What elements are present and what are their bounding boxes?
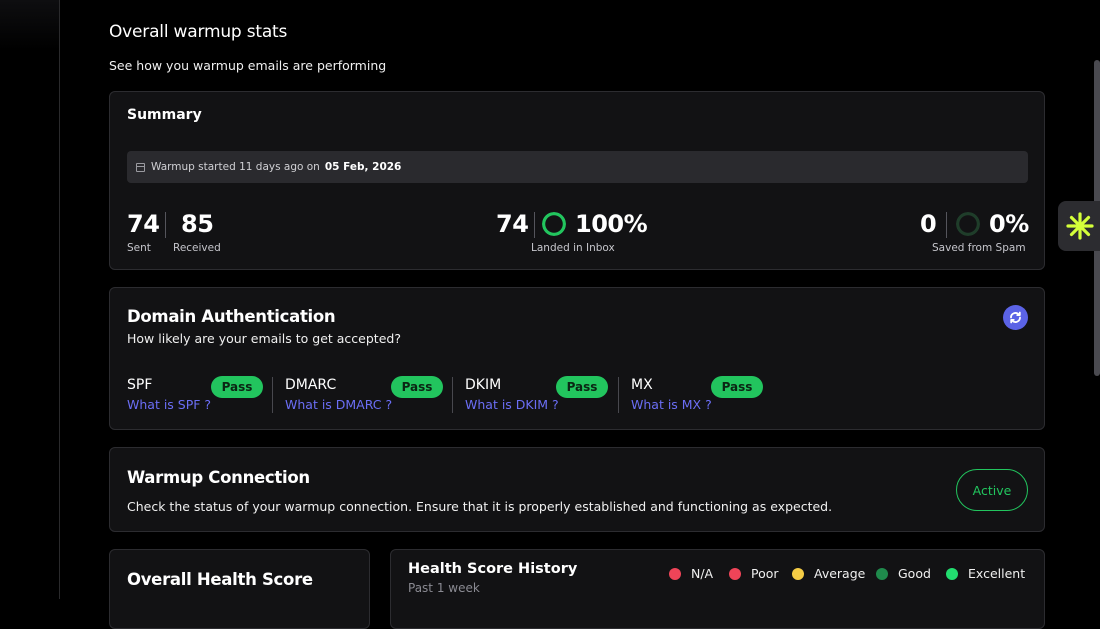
warmup-connection-card: Warmup Connection Check the status of yo… bbox=[109, 447, 1045, 532]
legend-label: Poor bbox=[751, 566, 779, 581]
legend-dot bbox=[669, 567, 681, 580]
health-score-card: Overall Health Score bbox=[109, 549, 370, 629]
spf-status-badge: Pass bbox=[211, 376, 263, 398]
sidebar bbox=[0, 0, 60, 599]
received-value: 85 bbox=[181, 210, 214, 238]
dmarc-status-badge: Pass bbox=[391, 376, 443, 398]
connection-title: Warmup Connection bbox=[127, 468, 310, 487]
inbox-label: Landed in Inbox bbox=[531, 242, 615, 254]
history-title: Health Score History bbox=[408, 561, 578, 577]
legend-dot bbox=[729, 567, 741, 580]
inbox-progress-ring bbox=[542, 212, 566, 236]
connection-description: Check the status of your warmup connecti… bbox=[127, 499, 833, 514]
legend-na: N/A bbox=[669, 566, 713, 581]
stat-divider bbox=[946, 212, 947, 238]
warmup-started-text: Warmup started 11 days ago on bbox=[151, 161, 320, 173]
health-score-title: Overall Health Score bbox=[127, 570, 313, 589]
sparkle-icon bbox=[1066, 212, 1094, 240]
warmup-started-date: 05 Feb, 2026 bbox=[324, 161, 402, 173]
stat-divider bbox=[534, 212, 535, 238]
spam-progress-ring bbox=[956, 212, 980, 236]
legend-label: Good bbox=[898, 566, 931, 581]
connection-status-badge: Active bbox=[956, 469, 1028, 511]
summary-title: Summary bbox=[127, 107, 202, 123]
legend-good: Good bbox=[876, 566, 931, 581]
legend-excellent: Excellent bbox=[946, 566, 1025, 581]
stat-divider bbox=[165, 212, 166, 238]
domain-auth-subtitle: How likely are your emails to get accept… bbox=[127, 331, 401, 346]
page-header: Overall warmup stats bbox=[109, 22, 287, 42]
spf-name: SPF bbox=[127, 377, 153, 393]
received-label: Received bbox=[173, 242, 221, 254]
inbox-count: 74 bbox=[496, 210, 529, 238]
sidebar-top-shade bbox=[0, 0, 59, 50]
mx-status-badge: Pass bbox=[711, 376, 763, 398]
legend-average: Average bbox=[792, 566, 865, 581]
sent-label: Sent bbox=[127, 242, 151, 254]
floating-help-widget[interactable] bbox=[1058, 201, 1100, 251]
health-history-card: Health Score History Past 1 week N/A Poo… bbox=[390, 549, 1045, 629]
legend-poor: Poor bbox=[729, 566, 779, 581]
auth-divider bbox=[618, 377, 619, 413]
dkim-status-badge: Pass bbox=[556, 376, 608, 398]
page-subtitle: See how you warmup emails are performing bbox=[109, 58, 387, 73]
refresh-icon bbox=[1010, 311, 1021, 324]
mx-info-link[interactable]: What is MX ? bbox=[631, 397, 712, 412]
legend-dot bbox=[876, 567, 888, 580]
spam-label: Saved from Spam bbox=[932, 242, 1026, 254]
legend-label: Excellent bbox=[968, 566, 1026, 581]
legend-label: Average bbox=[814, 566, 866, 581]
refresh-button[interactable] bbox=[1003, 305, 1028, 330]
domain-auth-title: Domain Authentication bbox=[127, 307, 336, 326]
dkim-name: DKIM bbox=[465, 377, 502, 393]
warmup-started-banner: Warmup started 11 days ago on 05 Feb, 20… bbox=[127, 151, 1028, 183]
mx-name: MX bbox=[631, 377, 653, 393]
dmarc-name: DMARC bbox=[285, 377, 337, 393]
summary-card: Summary Warmup started 11 days ago on 05… bbox=[109, 91, 1045, 270]
spam-percent: 0% bbox=[989, 210, 1029, 238]
spf-info-link[interactable]: What is SPF ? bbox=[127, 397, 211, 412]
auth-divider bbox=[452, 377, 453, 413]
legend-dot bbox=[792, 567, 804, 580]
legend-dot bbox=[946, 567, 958, 580]
auth-divider bbox=[272, 377, 273, 413]
domain-auth-card: Domain Authentication How likely are you… bbox=[109, 287, 1045, 430]
legend-label: N/A bbox=[691, 566, 714, 581]
dmarc-info-link[interactable]: What is DMARC ? bbox=[285, 397, 392, 412]
page-title: Overall warmup stats bbox=[109, 22, 288, 42]
dkim-info-link[interactable]: What is DKIM ? bbox=[465, 397, 559, 412]
inbox-percent: 100% bbox=[575, 210, 648, 238]
spam-count: 0 bbox=[920, 210, 937, 238]
history-subtitle: Past 1 week bbox=[408, 581, 480, 595]
calendar-icon bbox=[136, 162, 145, 172]
sent-value: 74 bbox=[127, 210, 160, 238]
